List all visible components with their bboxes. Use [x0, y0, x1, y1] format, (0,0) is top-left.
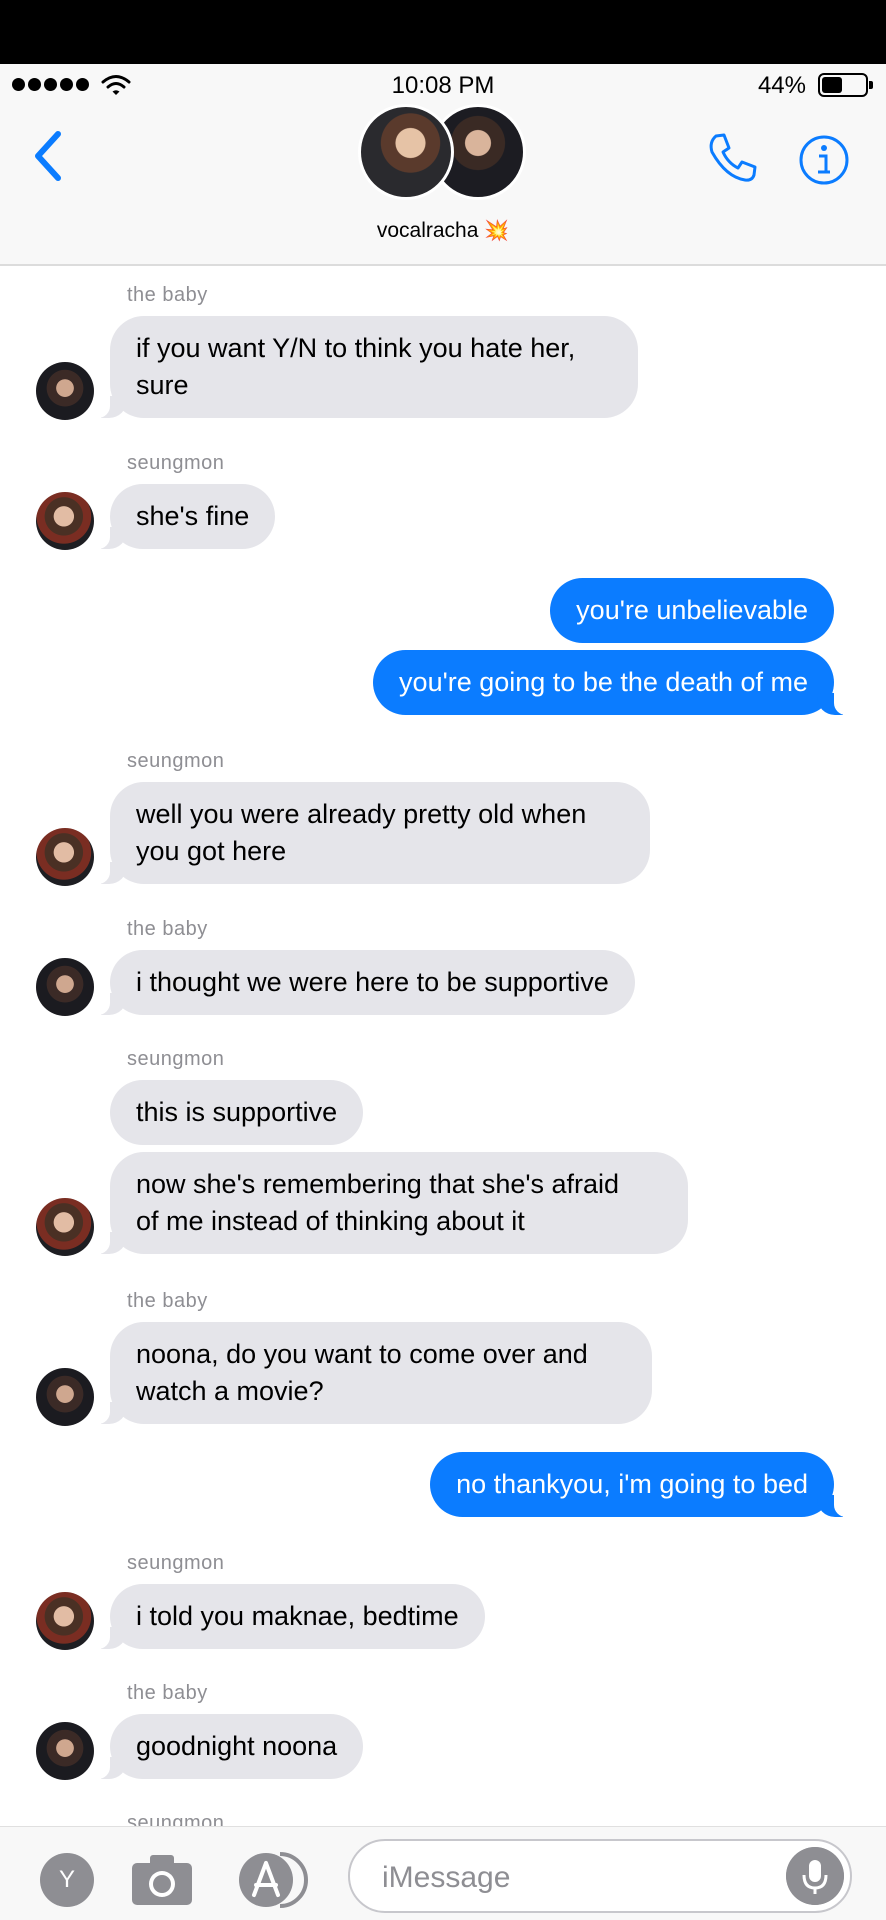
sender-name: seungmon: [127, 1048, 225, 1070]
chat-title-emoji: 💥: [484, 220, 510, 242]
app-store-icon[interactable]: [236, 1851, 316, 1909]
outgoing-message[interactable]: you're unbelievable: [550, 578, 834, 643]
avatar: [36, 958, 94, 1016]
status-time: 10:08 PM: [391, 72, 495, 99]
avatar: [36, 1368, 94, 1426]
message-text: i told you maknae, bedtime: [136, 1601, 459, 1631]
chat-title[interactable]: vocalracha 💥: [0, 218, 886, 243]
sender-name: the baby: [127, 1290, 208, 1312]
message-text: noona, do you want to come over and watc…: [136, 1339, 588, 1406]
outgoing-message[interactable]: you're going to be the death of me: [373, 650, 856, 715]
incoming-message[interactable]: i told you maknae, bedtime: [88, 1584, 485, 1649]
chat-header: 10:08 PM 44% vocalracha 💥: [0, 64, 886, 266]
avatar: [36, 362, 94, 420]
profile-button[interactable]: Y: [40, 1853, 94, 1907]
incoming-message[interactable]: goodnight noona: [87, 1714, 364, 1779]
incoming-message[interactable]: this is supportive: [110, 1080, 364, 1145]
avatar: [36, 492, 94, 550]
message-text: she's fine: [136, 501, 250, 531]
message-text: you're unbelievable: [576, 595, 808, 625]
battery-percent: 44%: [757, 72, 806, 99]
sender-name: the baby: [127, 918, 208, 940]
incoming-message[interactable]: now she's remembering that she's afraid …: [88, 1152, 688, 1254]
message-text: you're going to be the death of me: [399, 667, 808, 697]
message-text: i thought we were here to be supportive: [136, 967, 609, 997]
sender-name: the baby: [127, 1682, 208, 1704]
message-text: no thankyou, i'm going to bed: [456, 1469, 808, 1499]
message-input-placeholder: iMessage: [382, 1861, 511, 1894]
camera-icon[interactable]: [130, 1851, 194, 1907]
sender-name: the baby: [127, 284, 208, 306]
group-avatars[interactable]: [358, 102, 528, 202]
info-icon[interactable]: [798, 134, 850, 186]
status-bar: 10:08 PM 44%: [0, 64, 886, 106]
sender-name: seungmon: [127, 750, 225, 772]
incoming-message[interactable]: if you want Y/N to think you hate her, s…: [88, 316, 638, 418]
chevron-left-icon[interactable]: [30, 128, 66, 184]
top-black-band: [0, 0, 886, 64]
message-text: well you were already pretty old when yo…: [136, 799, 587, 866]
incoming-message[interactable]: noona, do you want to come over and watc…: [88, 1322, 652, 1424]
phone-icon[interactable]: [704, 130, 760, 186]
message-list[interactable]: the baby if you want Y/N to think you ha…: [0, 268, 886, 1828]
incoming-message[interactable]: well you were already pretty old when yo…: [88, 782, 650, 884]
avatar: [358, 104, 454, 200]
sender-name: seungmon: [127, 452, 225, 474]
microphone-icon[interactable]: [786, 1847, 844, 1905]
chat-title-text: vocalracha: [376, 219, 479, 242]
avatar: [36, 1722, 94, 1780]
avatar: [36, 1592, 94, 1650]
message-input[interactable]: iMessage: [348, 1839, 852, 1913]
message-text: goodnight noona: [136, 1731, 338, 1761]
sender-name: seungmon: [127, 1552, 225, 1574]
avatar: [36, 1198, 94, 1256]
message-text: now she's remembering that she's afraid …: [136, 1169, 620, 1236]
outgoing-message[interactable]: no thankyou, i'm going to bed: [430, 1452, 856, 1517]
incoming-message[interactable]: she's fine: [87, 484, 276, 549]
message-text: this is supportive: [136, 1097, 338, 1127]
avatar: [36, 828, 94, 886]
message-input-bar: Y iMessage: [0, 1826, 886, 1920]
incoming-message[interactable]: i thought we were here to be supportive: [88, 950, 635, 1015]
battery-icon: [818, 73, 873, 97]
message-text: if you want Y/N to think you hate her, s…: [136, 333, 576, 400]
